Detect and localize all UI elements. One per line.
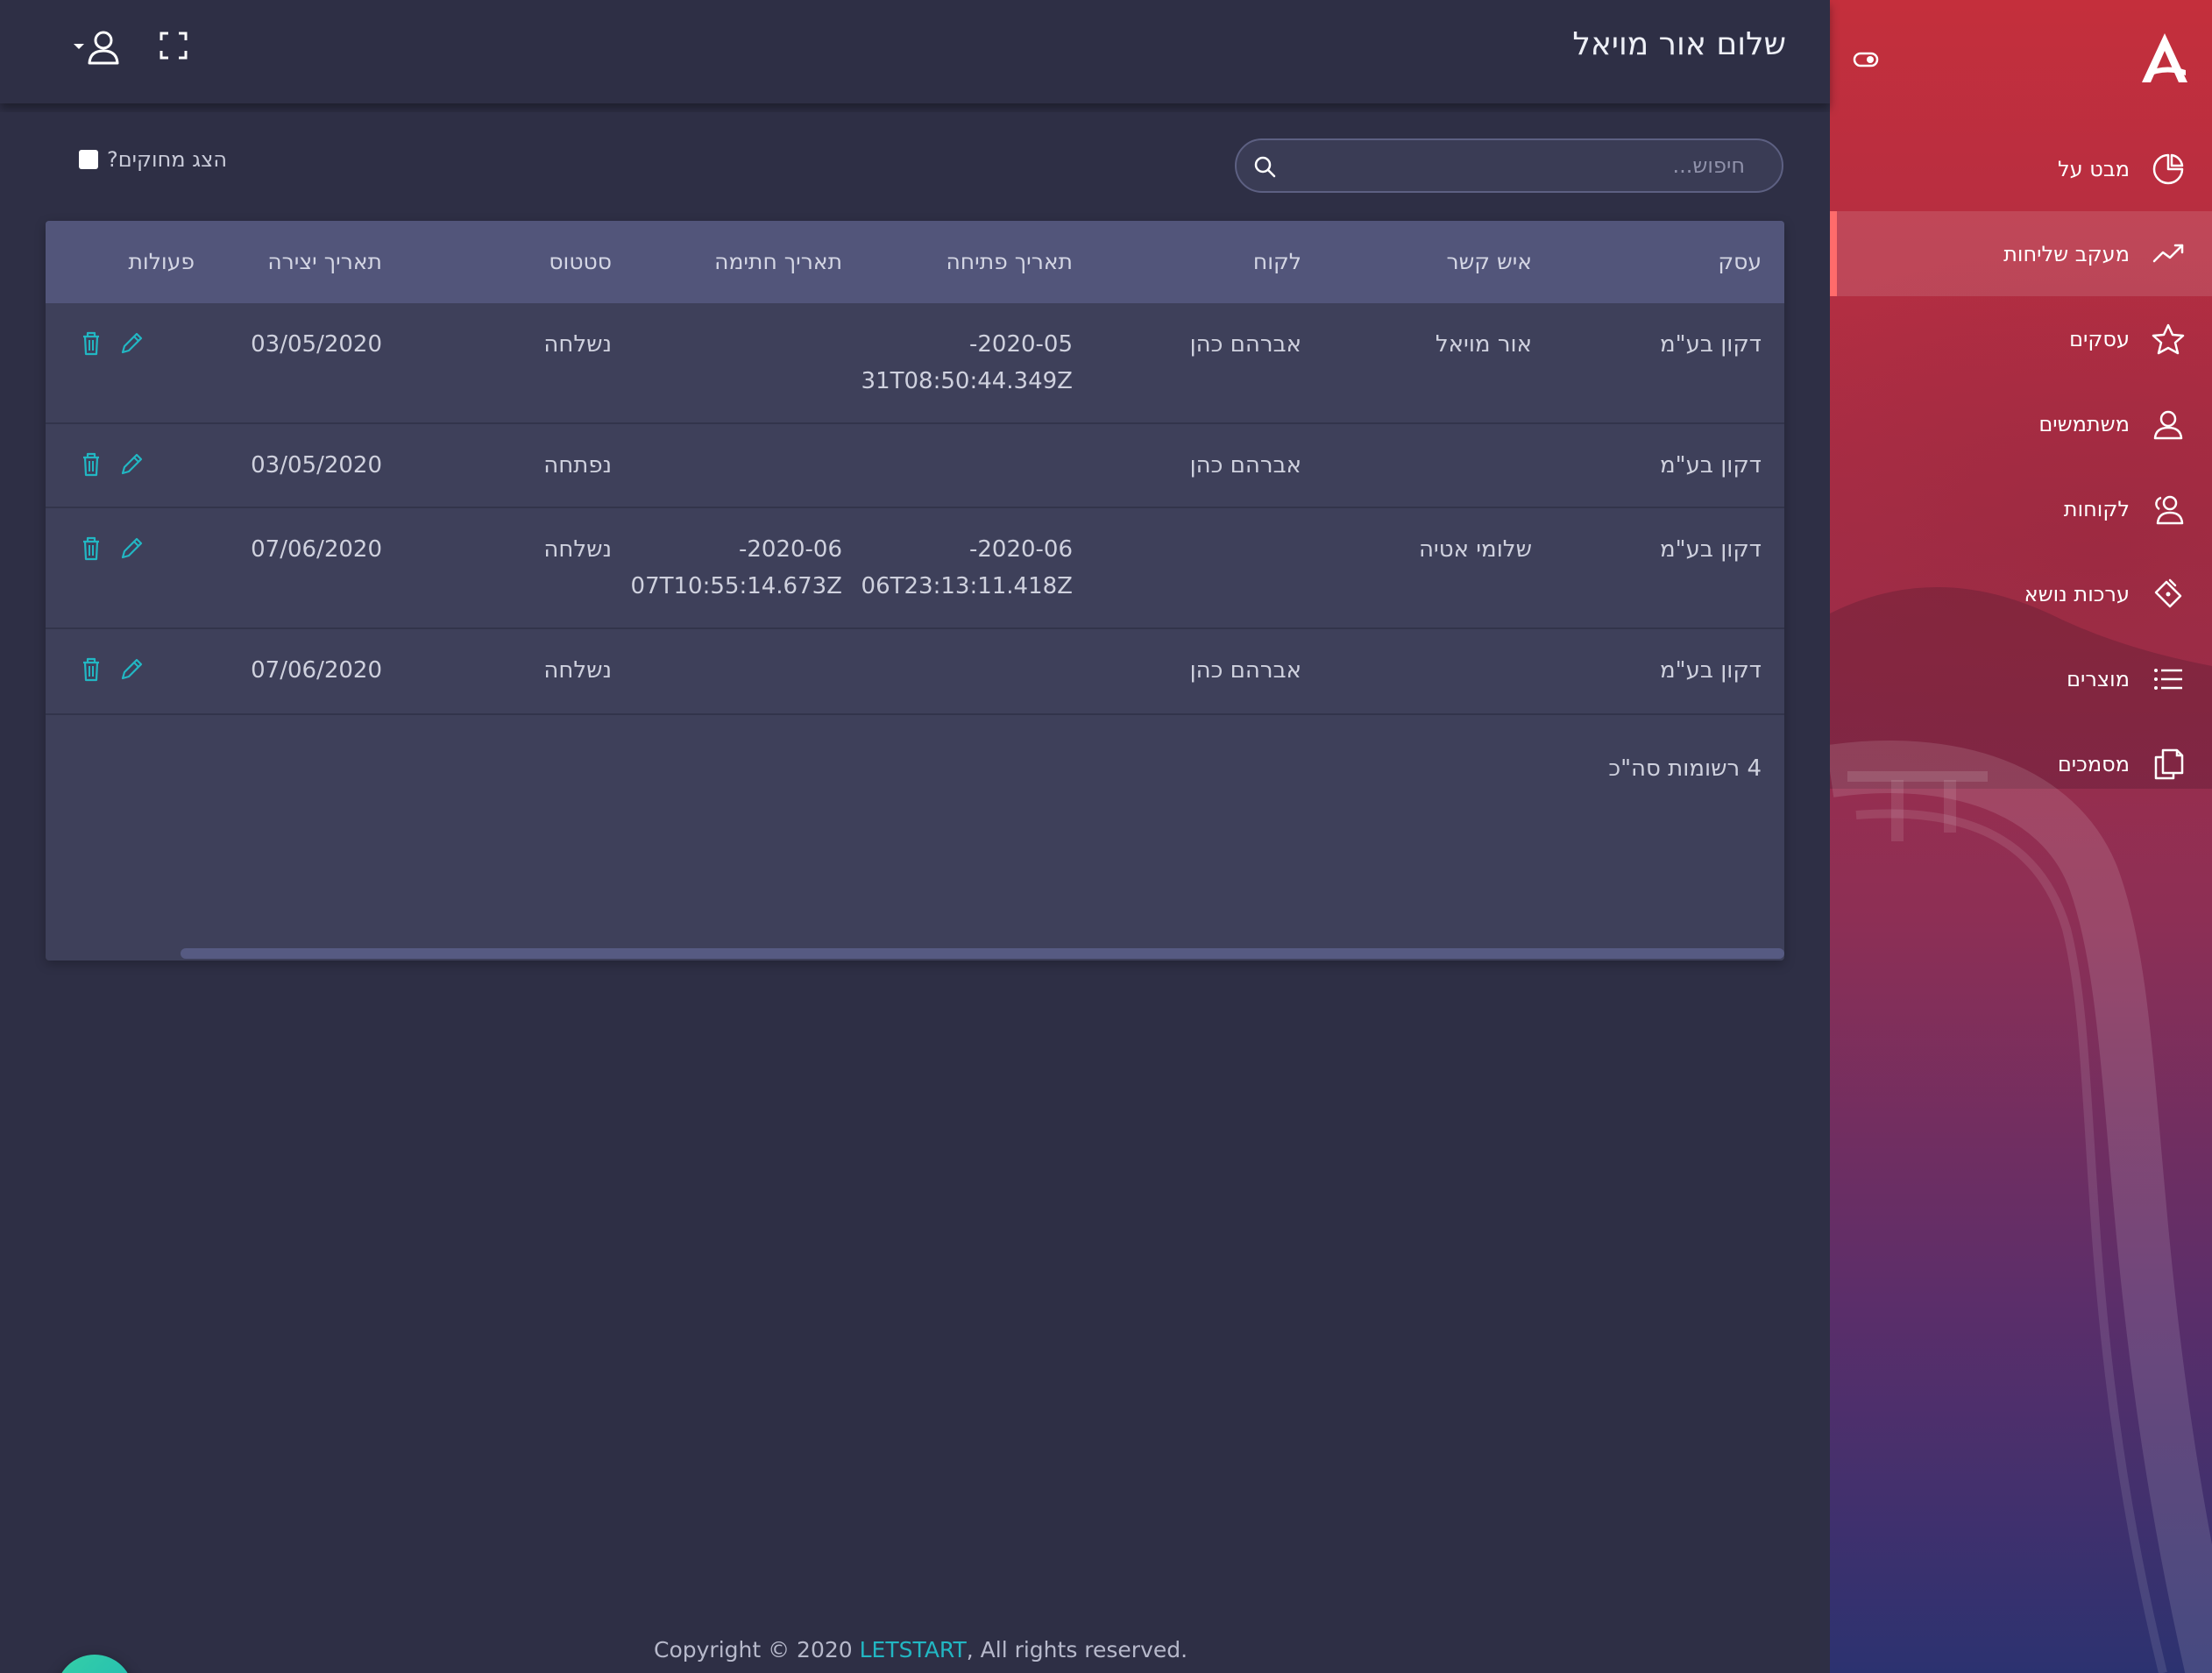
sidebar-item-label: מבט על <box>2057 156 2130 181</box>
cell-created: 03/05/2020 <box>251 452 382 479</box>
row-actions <box>77 330 145 358</box>
sidebar-item-label: מעקב שליחות <box>2003 241 2130 266</box>
cell-created: 03/05/2020 <box>251 331 382 358</box>
show-deleted-toggle[interactable]: הצג מחוקים? <box>79 147 227 172</box>
copyright: Copyright © 2020 LETSTART, All rights re… <box>654 1637 1188 1662</box>
cell-business: דקון בע"מ <box>1660 331 1762 358</box>
row-actions <box>77 656 145 684</box>
column-header-customer[interactable]: לקוח <box>1253 244 1301 280</box>
cell-open-date: 2020-05- 31T08:50:44.349Z <box>861 326 1073 400</box>
sidebar-item-overview[interactable]: מבט על <box>1830 126 2212 211</box>
column-header-actions: פעולות <box>128 249 195 274</box>
trend-line-icon <box>2152 244 2184 262</box>
cell-business: דקון בע"מ <box>1660 536 1762 563</box>
cell-open-date-line1: 2020-05- <box>968 331 1073 358</box>
user-menu-icon[interactable] <box>72 28 121 65</box>
cell-customer: אברהם כהן <box>1189 657 1301 684</box>
cell-status: נשלחה <box>543 331 612 358</box>
row-actions <box>77 450 145 479</box>
app-root: מבט על מעקב שליחות עסקים משתמשים לקוחות … <box>0 0 2212 1673</box>
cell-contact: שלומי אטיה <box>1418 536 1532 563</box>
column-header-open-date[interactable]: תאריך פתיחה <box>946 244 1073 280</box>
delete-icon[interactable] <box>77 450 105 479</box>
fullscreen-icon[interactable] <box>160 32 188 60</box>
horizontal-scrollbar[interactable] <box>181 948 1784 959</box>
cell-sign-date-line1: 2020-06- <box>738 536 842 563</box>
copyright-prefix: Copyright © 2020 <box>654 1637 860 1662</box>
cell-sign-date: 2020-06- 07T10:55:14.673Z <box>631 531 842 605</box>
column-header-status[interactable]: סטטוס <box>549 244 612 280</box>
delete-icon[interactable] <box>77 656 105 684</box>
table-row[interactable]: דקון בע"מ אברהם כהן נפתחה 03/05/2020 <box>46 424 1784 508</box>
cell-open-date-line2: 06T23:13:11.418Z <box>861 573 1073 599</box>
delete-icon[interactable] <box>77 330 105 358</box>
sidebar-item-label: מוצרים <box>2067 666 2130 691</box>
delete-icon[interactable] <box>77 535 105 563</box>
cell-customer: אברהם כהן <box>1189 452 1301 479</box>
sidebar-item-customers[interactable]: לקוחות <box>1830 466 2212 551</box>
cell-contact: אור מויאל <box>1435 331 1532 358</box>
star-icon <box>2152 323 2185 354</box>
cell-business: דקון בע"מ <box>1660 452 1762 479</box>
table-row[interactable]: דקון בע"מ שלומי אטיה 2020-06- 06T23:13:1… <box>46 508 1784 629</box>
sidebar-item-label: ערכות נושא <box>2024 581 2130 606</box>
cell-status: נשלחה <box>543 657 612 684</box>
records-total: 4 רשומות סה"כ <box>1608 755 1762 782</box>
deals-table: עסק איש קשר לקוח תאריך פתיחה תאריך חתימה… <box>46 221 1784 961</box>
table-header: עסק איש קשר לקוח תאריך פתיחה תאריך חתימה… <box>46 221 1784 303</box>
table-row[interactable]: דקון בע"מ אור מויאל אברהם כהן 2020-05- 3… <box>46 303 1784 424</box>
brand-logo-icon[interactable] <box>2138 32 2191 86</box>
show-deleted-label: הצג מחוקים? <box>107 147 228 172</box>
search-input[interactable] <box>1289 140 1745 191</box>
sidebar-item-themes[interactable]: ערכות נושא <box>1830 551 2212 636</box>
user-icon <box>2153 410 2183 439</box>
sidebar-item-label: מסמכים <box>2057 751 2130 776</box>
cell-customer: אברהם כהן <box>1189 331 1301 358</box>
cell-created: 07/06/2020 <box>251 657 382 684</box>
sidebar-item-label: משתמשים <box>2038 411 2130 436</box>
list-icon <box>2154 668 2182 690</box>
add-button[interactable] <box>56 1655 133 1673</box>
copyright-suffix: , All rights reserved. <box>966 1637 1188 1662</box>
sidebar-item-label: עסקים <box>2069 326 2130 351</box>
sidebar-item-businesses[interactable]: עסקים <box>1830 296 2212 381</box>
search-icon <box>1254 156 1276 178</box>
main-content: הצג מחוקים? עסק איש קשר לקוח תאריך פתיחה… <box>0 112 1830 1673</box>
pie-chart-icon <box>2152 153 2184 184</box>
cell-created: 07/06/2020 <box>251 536 382 563</box>
column-header-created[interactable]: תאריך יצירה <box>267 244 382 280</box>
users-icon <box>2155 495 2184 524</box>
sidebar-item-users[interactable]: משתמשים <box>1830 381 2212 466</box>
edit-icon[interactable] <box>117 656 145 684</box>
table-row[interactable]: דקון בע"מ אברהם כהן נשלחה 07/06/2020 <box>46 629 1784 715</box>
column-header-business[interactable]: עסק <box>1718 244 1762 280</box>
cell-sign-date-line2: 07T10:55:14.673Z <box>630 573 842 599</box>
documents-icon <box>2154 748 2184 779</box>
cell-open-date-line2: 31T08:50:44.349Z <box>861 368 1073 394</box>
cell-status: נשלחה <box>543 536 612 563</box>
edit-icon[interactable] <box>117 330 145 358</box>
show-deleted-checkbox[interactable] <box>79 150 98 169</box>
sidebar-item-documents[interactable]: מסמכים <box>1830 721 2212 806</box>
sidebar-item-products[interactable]: מוצרים <box>1830 636 2212 721</box>
sidebar: מבט על מעקב שליחות עסקים משתמשים לקוחות … <box>1830 0 2212 1673</box>
cell-status: נפתחה <box>543 452 612 479</box>
paint-bucket-icon <box>2154 578 2182 607</box>
column-header-contact[interactable]: איש קשר <box>1446 244 1532 280</box>
sidebar-item-tracking[interactable]: מעקב שליחות <box>1830 211 2212 296</box>
edit-icon[interactable] <box>117 535 145 563</box>
top-header: שלום אור מויאל <box>0 0 1830 103</box>
cell-open-date: 2020-06- 06T23:13:11.418Z <box>861 531 1073 605</box>
page-title: שלום אור מויאל <box>1572 26 1786 62</box>
cell-open-date-line1: 2020-06- <box>968 536 1073 563</box>
sidebar-nav: מבט על מעקב שליחות עסקים משתמשים לקוחות … <box>1830 126 2212 806</box>
edit-icon[interactable] <box>117 450 145 479</box>
sidebar-item-label: לקוחות <box>2063 496 2130 521</box>
column-header-sign-date[interactable]: תאריך חתימה <box>714 244 842 280</box>
row-actions <box>77 535 145 563</box>
sidebar-toggle-icon[interactable] <box>1853 51 1879 68</box>
search-box <box>1235 138 1783 193</box>
cell-business: דקון בע"מ <box>1660 657 1762 684</box>
brand-link[interactable]: LETSTART <box>860 1637 967 1662</box>
